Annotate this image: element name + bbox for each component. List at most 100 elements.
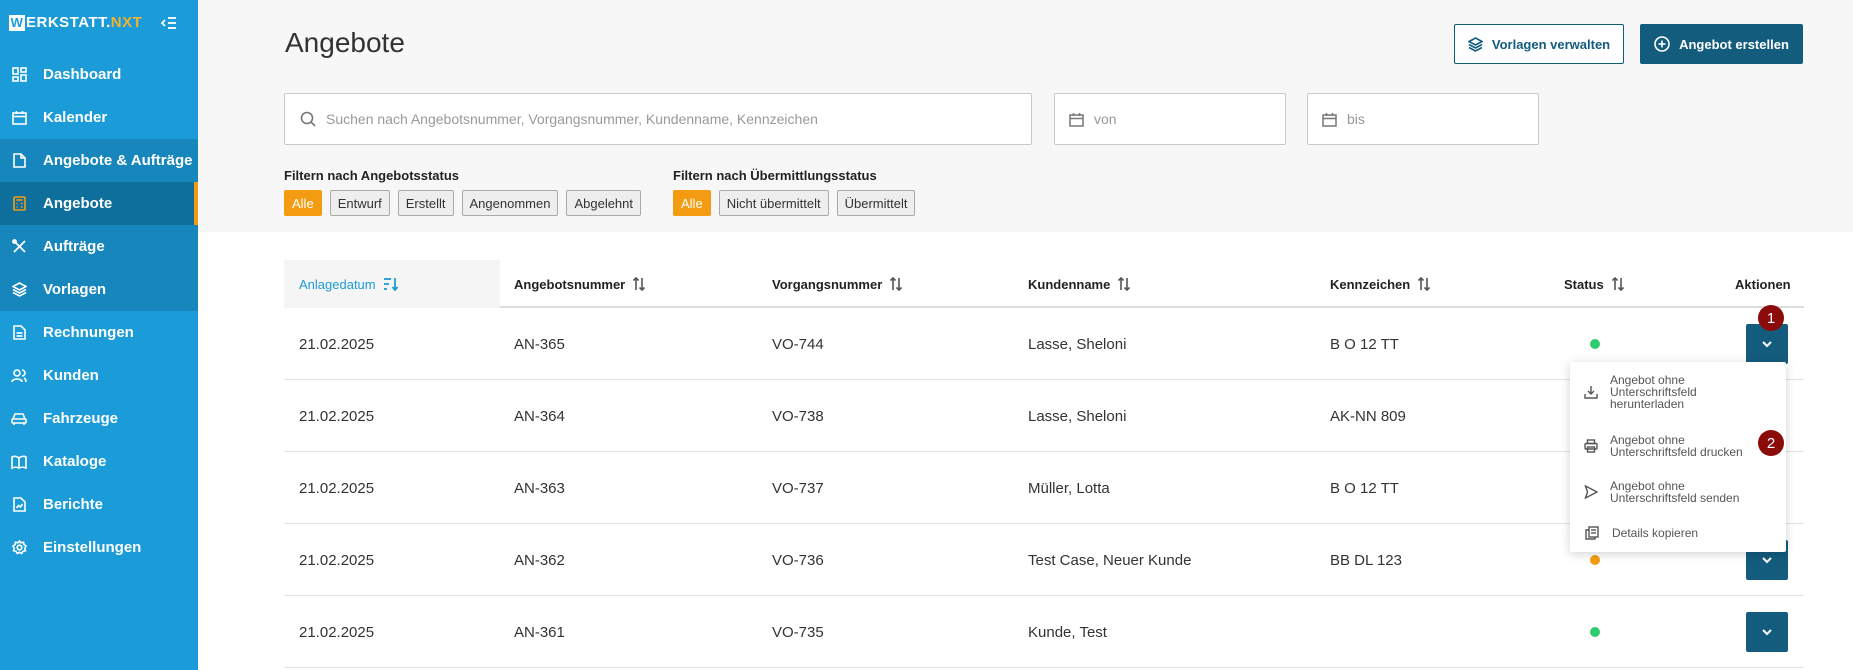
download-icon [1584,385,1598,399]
column-label: Angebotsnummer [514,276,626,292]
sidebar-item-label: Angebote [43,195,113,212]
status-dot [1590,339,1600,349]
search-input[interactable] [326,111,1031,127]
menu-item-copy-details[interactable]: Details kopieren [1584,526,1698,540]
cell-offer-number: AN-363 [514,479,565,497]
layers-icon [1467,36,1483,52]
cell-customer: Test Case, Neuer Kunde [1028,551,1192,569]
column-label: Vorgangsnummer [772,276,883,292]
sidebar-item-dashboard[interactable]: Dashboard [0,53,198,96]
invoice-icon [11,325,27,341]
filter-chip-abgelehnt[interactable]: Abgelehnt [566,190,642,216]
sidebar-item-angebote-auftraege[interactable]: Angebote & Aufträge [0,139,198,182]
column-header-aktionen: Aktionen [1735,260,1791,308]
column-label: Aktionen [1735,276,1791,292]
chevron-down-icon [1761,623,1773,641]
menu-item-label: Angebot ohne Unterschriftsfeld drucken [1610,433,1743,459]
sidebar-item-kunden[interactable]: Kunden [0,354,198,397]
sidebar-item-einstellungen[interactable]: Einstellungen [0,526,198,569]
sidebar-item-label: Kataloge [43,453,107,470]
sidebar-item-kataloge[interactable]: Kataloge [0,440,198,483]
sidebar-item-label: Rechnungen [43,324,134,341]
status-dot [1590,627,1600,637]
cell-date: 21.02.2025 [299,335,375,353]
car-icon [11,411,27,427]
sidebar-item-vorlagen[interactable]: Vorlagen [0,268,198,311]
sidebar-item-berichte[interactable]: Berichte [0,483,198,526]
date-to-input[interactable] [1347,111,1538,127]
sidebar-item-fahrzeuge[interactable]: Fahrzeuge [0,397,198,440]
menu-item-label: Angebot ohne Unterschriftsfeld herunterl… [1610,373,1697,411]
cell-plate: AK-NN 809 [1330,407,1406,425]
sidebar-item-angebote[interactable]: Angebote [0,182,198,225]
column-header-anlagedatum[interactable]: Anlagedatum [284,260,500,308]
sort-icon[interactable] [1417,277,1431,291]
sidebar-nav: Dashboard Kalender Angebote & Aufträge A… [0,53,198,569]
search-icon [300,111,316,127]
column-header-angebotsnummer[interactable]: Angebotsnummer [514,260,646,308]
create-offer-button[interactable]: Angebot erstellen [1640,24,1803,64]
column-label: Status [1564,276,1604,292]
filter-chip-erstellt[interactable]: Erstellt [397,190,454,216]
sidebar-item-label: Berichte [43,496,104,513]
sort-icon[interactable] [1117,277,1131,291]
sidebar-item-label: Aufträge [43,238,105,255]
filter-chip-entwurf[interactable]: Entwurf [329,190,390,216]
date-to-field[interactable] [1307,93,1539,145]
manage-templates-button[interactable]: Vorlagen verwalten [1454,24,1624,64]
sidebar-item-label: Fahrzeuge [43,410,119,427]
annotation-badge-2: 2 [1758,430,1784,456]
cell-process-number: VO-736 [772,551,824,569]
cell-process-number: VO-735 [772,623,824,641]
cell-date: 21.02.2025 [299,551,375,569]
menu-item-send[interactable]: Angebot ohne Unterschriftsfeld senden [1584,480,1764,504]
tools-icon [11,239,27,255]
filter-chip-nicht-uebermittelt[interactable]: Nicht übermittelt [718,190,829,216]
search-field[interactable] [284,93,1032,145]
cell-offer-number: AN-362 [514,551,565,569]
sidebar: W ERKSTATT. NXT Dashboard Kalender Angeb… [0,0,198,670]
offer-status-filter-label: Filtern nach Angebotsstatus [284,168,460,183]
collapse-sidebar-icon[interactable] [158,12,180,34]
column-label: Anlagedatum [299,276,376,292]
sidebar-item-auftraege[interactable]: Aufträge [0,225,198,268]
sort-icon[interactable] [889,277,903,291]
table-row[interactable]: 21.02.2025 AN-361 VO-735 Kunde, Test [284,596,1804,668]
cell-process-number: VO-737 [772,479,824,497]
sidebar-item-label: Vorlagen [43,281,107,298]
copy-icon [1584,526,1600,540]
menu-item-label: Details kopieren [1612,526,1699,540]
sidebar-item-label: Einstellungen [43,539,142,556]
sort-icon[interactable] [1611,277,1625,291]
column-header-kundenname[interactable]: Kundenname [1028,260,1131,308]
filter-chip-alle[interactable]: Alle [284,190,322,216]
filter-chip-alle[interactable]: Alle [673,190,711,216]
filter-chip-uebermittelt[interactable]: Übermittelt [836,190,916,216]
column-header-kennzeichen[interactable]: Kennzeichen [1330,260,1431,308]
calculator-icon [11,196,27,212]
column-header-vorgangsnummer[interactable]: Vorgangsnummer [772,260,903,308]
logo-text: ERKSTATT. [26,14,111,31]
cell-plate: B O 12 TT [1330,335,1399,353]
sort-desc-icon[interactable] [383,277,399,291]
cell-plate: B O 12 TT [1330,479,1399,497]
calendar-icon [1322,112,1337,127]
sort-icon[interactable] [632,277,646,291]
sidebar-item-label: Angebote & Aufträge [43,152,193,169]
cell-offer-number: AN-361 [514,623,565,641]
menu-item-print[interactable]: Angebot ohne Unterschriftsfeld drucken [1584,434,1764,458]
cell-customer: Kunde, Test [1028,623,1107,641]
date-from-field[interactable] [1054,93,1286,145]
filter-chip-angenommen[interactable]: Angenommen [461,190,559,216]
gear-icon [11,540,27,556]
sidebar-item-kalender[interactable]: Kalender [0,96,198,139]
actions-dropdown-button[interactable] [1746,612,1788,652]
app-logo[interactable]: W ERKSTATT. NXT [9,14,142,31]
printer-icon [1584,439,1598,453]
chevron-down-icon [1761,335,1773,353]
sidebar-item-rechnungen[interactable]: Rechnungen [0,311,198,354]
menu-item-download[interactable]: Angebot ohne Unterschriftsfeld herunterl… [1584,374,1764,410]
cell-plate: BB DL 123 [1330,551,1402,569]
date-from-input[interactable] [1094,111,1285,127]
column-header-status[interactable]: Status [1564,260,1625,308]
